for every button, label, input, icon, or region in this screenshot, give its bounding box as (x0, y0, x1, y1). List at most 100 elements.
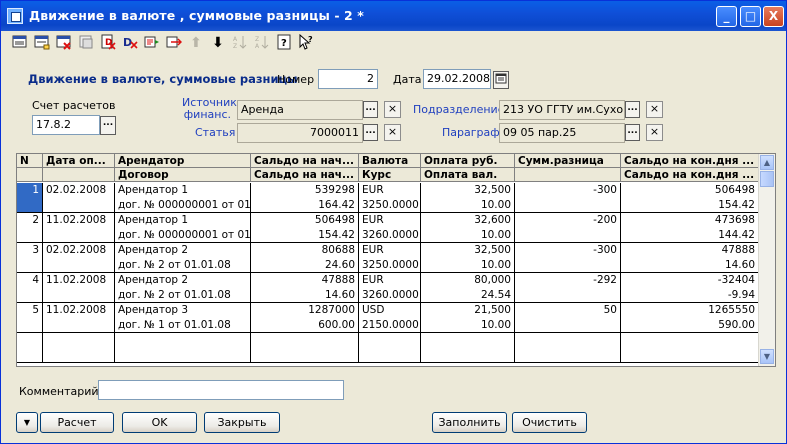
table-cell[interactable]: -292 (515, 273, 621, 288)
table-cell[interactable] (43, 258, 115, 273)
column-header[interactable] (43, 168, 115, 182)
table-cell[interactable]: -9.94 (621, 288, 759, 303)
table-cell[interactable] (17, 258, 43, 273)
table-cell[interactable] (515, 228, 621, 243)
column-header[interactable]: Сальдо на нач... (251, 154, 359, 168)
division-select-button[interactable]: ... (625, 101, 640, 118)
table-cell[interactable]: дог. № 2 от 01.01.08 (115, 258, 251, 273)
table-cell[interactable] (43, 318, 115, 333)
table-cell[interactable]: Арендатор 2 (115, 273, 251, 288)
table-cell[interactable]: 11.02.2008 (43, 303, 115, 318)
table-cell[interactable]: 2 (17, 213, 43, 228)
fill-button[interactable]: Заполнить (432, 412, 507, 433)
move-down-icon[interactable]: ⬇ (209, 34, 227, 52)
source-field[interactable]: Аренда (237, 100, 363, 120)
table-cell[interactable] (17, 228, 43, 243)
properties-icon[interactable] (77, 34, 95, 52)
table-cell[interactable]: EUR (359, 183, 421, 198)
table-cell[interactable] (43, 198, 115, 213)
table-cell[interactable]: EUR (359, 273, 421, 288)
table-cell[interactable] (17, 333, 43, 348)
table-cell[interactable] (17, 288, 43, 303)
post-icon[interactable]: D (121, 34, 139, 52)
table-cell[interactable] (43, 288, 115, 303)
table-cell[interactable]: -32404 (621, 273, 759, 288)
table-cell[interactable]: 1 (17, 183, 43, 198)
column-header[interactable]: Арендатор (115, 154, 251, 168)
division-field[interactable]: 213 УО ГГТУ им.Сухого (499, 100, 625, 120)
column-header[interactable]: Дата оп... (43, 154, 115, 168)
article-select-button[interactable]: ... (363, 124, 378, 141)
table-cell[interactable] (421, 348, 515, 363)
table-cell[interactable] (251, 348, 359, 363)
table-cell[interactable]: EUR (359, 243, 421, 258)
table-cell[interactable]: 473698 (621, 213, 759, 228)
table-cell[interactable]: 154.42 (251, 228, 359, 243)
table-cell[interactable] (621, 348, 759, 363)
column-header[interactable]: Сальдо на кон.дня ... (621, 168, 759, 182)
column-header[interactable]: Договор (115, 168, 251, 182)
table-cell[interactable]: 10.00 (421, 198, 515, 213)
table-cell[interactable] (515, 348, 621, 363)
table-cell[interactable]: 10.00 (421, 258, 515, 273)
table-cell[interactable]: 02.02.2008 (43, 243, 115, 258)
context-help-icon[interactable]: ? (297, 33, 315, 52)
calc-button[interactable]: Расчет (40, 412, 114, 433)
ok-button[interactable]: OK (122, 412, 197, 433)
table-cell[interactable] (515, 318, 621, 333)
delete-icon[interactable] (55, 34, 73, 52)
number-field[interactable]: 2 (318, 69, 378, 89)
table-cell[interactable] (515, 288, 621, 303)
new-doc-icon[interactable] (11, 34, 29, 52)
table-cell[interactable]: 506498 (251, 213, 359, 228)
paragraph-clear-button[interactable]: × (646, 124, 663, 141)
table-cell[interactable] (43, 228, 115, 243)
column-header[interactable] (17, 168, 43, 182)
table-cell[interactable]: 47888 (251, 273, 359, 288)
date-field[interactable]: 29.02.2008 (423, 69, 491, 89)
table-cell[interactable]: дог. № 000000001 от 01.0 (115, 198, 251, 213)
table-cell[interactable]: 11.02.2008 (43, 213, 115, 228)
table-cell[interactable] (515, 198, 621, 213)
sort-asc-icon[interactable]: AZ (231, 34, 249, 52)
table-cell[interactable]: 32,600 (421, 213, 515, 228)
column-header[interactable]: Сумм.разница (515, 154, 621, 168)
table-cell[interactable] (251, 333, 359, 348)
table-cell[interactable]: 24.54 (421, 288, 515, 303)
paragraph-field[interactable]: 09 05 пар.25 (499, 123, 625, 143)
table-cell[interactable]: 47888 (621, 243, 759, 258)
table-cell[interactable] (359, 333, 421, 348)
sort-desc-icon[interactable]: ZA (253, 34, 271, 52)
table-cell[interactable]: 3250.0000 (359, 258, 421, 273)
table-cell[interactable]: USD (359, 303, 421, 318)
vertical-scrollbar[interactable]: ▲ ▼ (758, 154, 775, 366)
mark-delete-icon[interactable]: D (99, 34, 117, 52)
table-cell[interactable] (43, 333, 115, 348)
table-cell[interactable]: 02.02.2008 (43, 183, 115, 198)
column-header[interactable]: Сальдо на нач... (251, 168, 359, 182)
source-clear-button[interactable]: × (384, 101, 401, 118)
actions-menu-button[interactable]: ▼ (16, 412, 38, 433)
table-cell[interactable]: дог. № 000000001 от 01.0 (115, 228, 251, 243)
print-icon[interactable] (143, 34, 161, 52)
table-cell[interactable]: 600.00 (251, 318, 359, 333)
copy-doc-icon[interactable] (33, 34, 51, 52)
table-cell[interactable]: 14.60 (621, 258, 759, 273)
table-cell[interactable]: 21,500 (421, 303, 515, 318)
table-cell[interactable] (115, 333, 251, 348)
minimize-button[interactable]: _ (716, 6, 737, 27)
table-cell[interactable]: 24.60 (251, 258, 359, 273)
table-cell[interactable]: 32,500 (421, 183, 515, 198)
calendar-button[interactable] (493, 71, 509, 89)
column-header[interactable]: Оплата руб. (421, 154, 515, 168)
table-cell[interactable] (359, 348, 421, 363)
column-header[interactable] (515, 168, 621, 182)
table-cell[interactable]: 1265550 (621, 303, 759, 318)
table-cell[interactable] (515, 333, 621, 348)
table-cell[interactable] (115, 348, 251, 363)
table-cell[interactable]: Арендатор 1 (115, 213, 251, 228)
table-cell[interactable]: -300 (515, 183, 621, 198)
table-cell[interactable]: Арендатор 2 (115, 243, 251, 258)
table-cell[interactable] (515, 258, 621, 273)
table-cell[interactable]: -300 (515, 243, 621, 258)
